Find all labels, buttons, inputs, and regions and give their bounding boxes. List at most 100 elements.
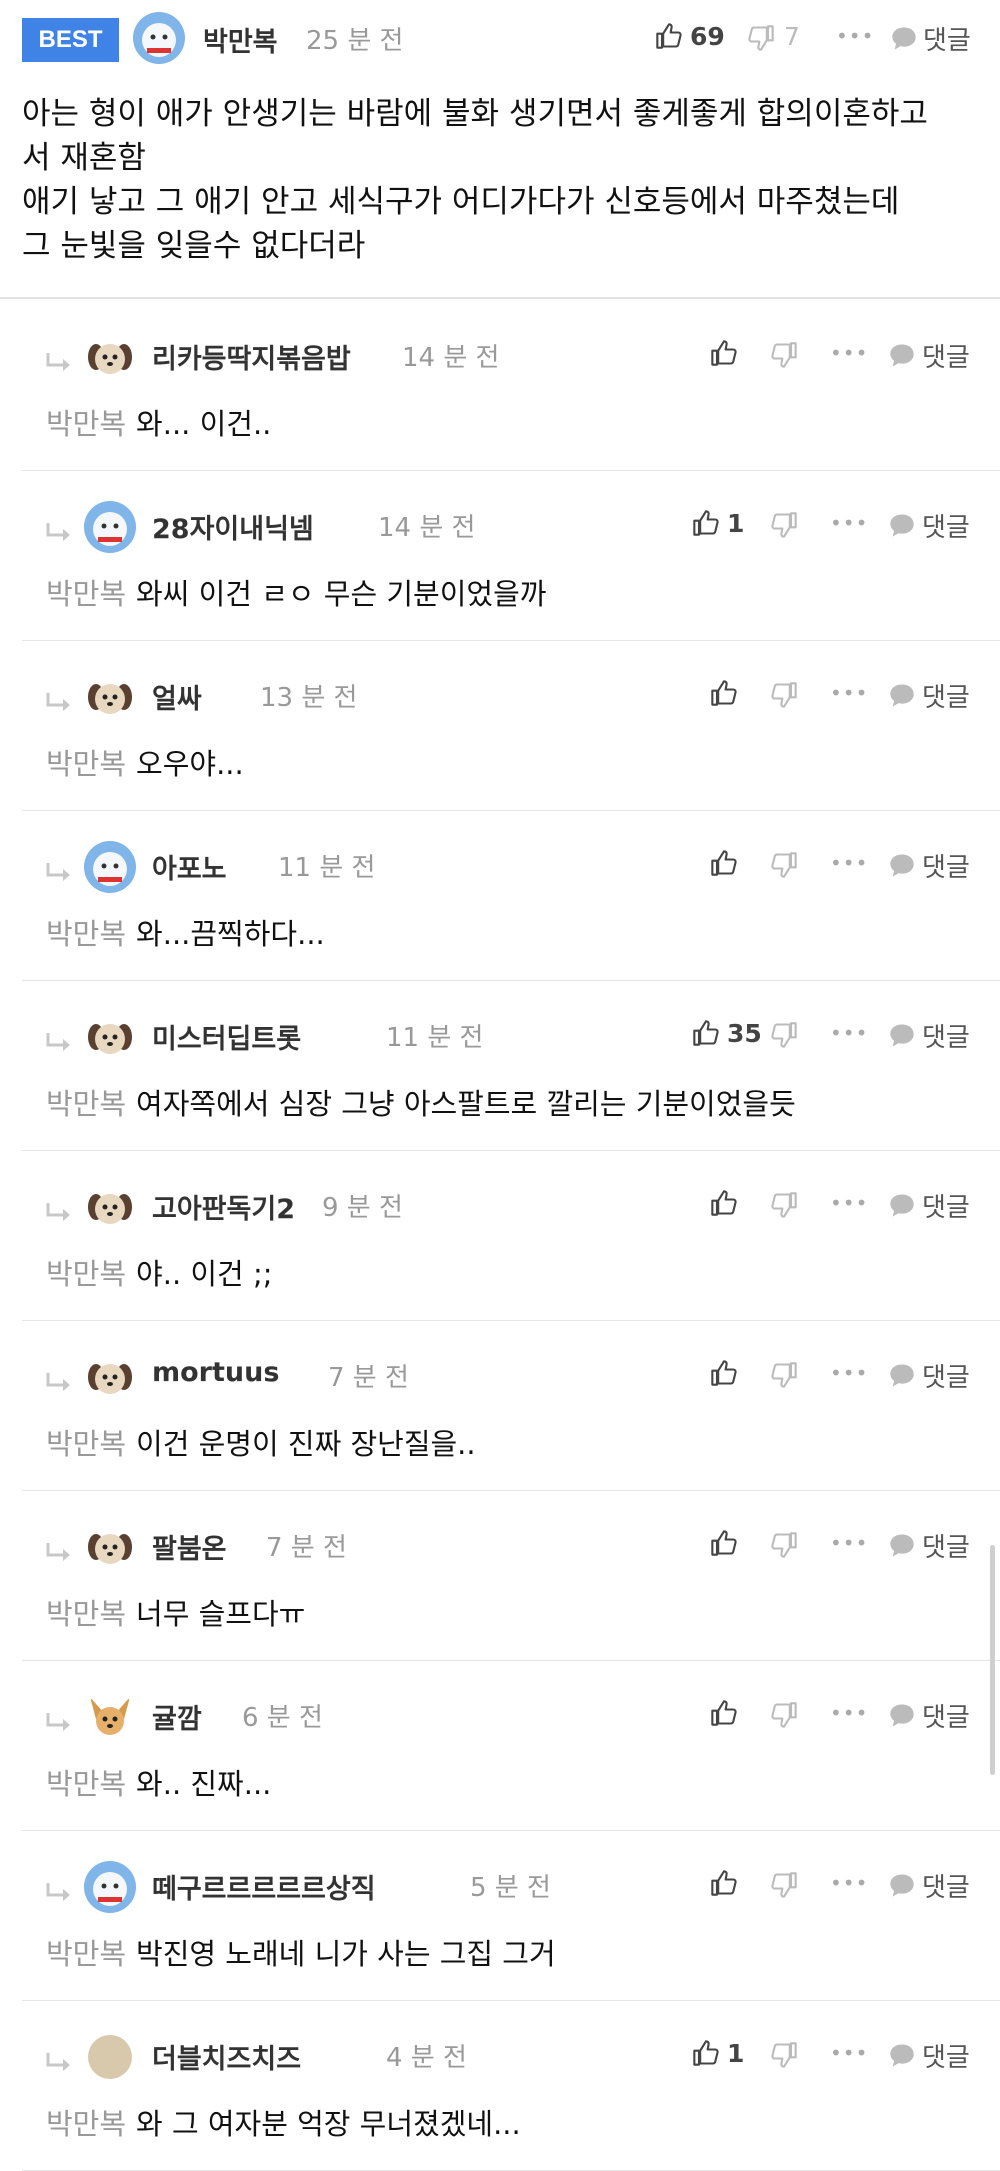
reply-button[interactable]: 댓글 — [922, 2037, 970, 2074]
reply-button[interactable]: 댓글 — [922, 677, 970, 714]
comment-nickname[interactable]: 미스터딥트롯 — [152, 1017, 301, 1056]
thumbs-down-icon[interactable] — [770, 1191, 798, 1223]
thumbs-up-icon[interactable] — [710, 679, 738, 711]
mention-name[interactable]: 박만복 — [46, 1937, 126, 1971]
snowman-avatar-icon[interactable] — [84, 841, 136, 893]
puppy-avatar-icon[interactable] — [84, 1181, 136, 1233]
thumbs-down-icon[interactable] — [770, 1701, 798, 1733]
dislike-count: 7 — [784, 22, 800, 51]
mention-name[interactable]: 박만복 — [46, 1257, 126, 1291]
thumbs-down-icon[interactable] — [770, 1871, 798, 1903]
puppy-avatar-icon[interactable] — [84, 1011, 136, 1063]
reply-button[interactable]: 댓글 — [922, 1867, 970, 1904]
thumbs-down-icon[interactable] — [770, 1021, 798, 1053]
snowman-avatar-icon[interactable] — [84, 501, 136, 553]
thumbs-up-icon[interactable] — [710, 339, 738, 371]
mention-name[interactable]: 박만복 — [46, 1767, 126, 1801]
puppy-avatar-icon[interactable] — [84, 1351, 136, 1403]
more-options-icon[interactable]: ••• — [830, 511, 868, 535]
more-options-icon[interactable]: ••• — [830, 1701, 868, 1725]
comment-nickname[interactable]: 아포노 — [152, 847, 227, 886]
more-options-icon[interactable]: ••• — [830, 851, 868, 875]
comment-nickname[interactable]: 리카등딱지볶음밥 — [152, 337, 351, 376]
puppy-avatar-icon[interactable] — [84, 331, 136, 383]
speech-bubble-icon[interactable] — [888, 512, 916, 542]
reply-button[interactable]: 댓글 — [922, 1017, 970, 1054]
reply-button[interactable]: 댓글 — [923, 20, 971, 57]
thumbs-down-icon[interactable] — [770, 681, 798, 713]
reply-button[interactable]: 댓글 — [922, 847, 970, 884]
speech-bubble-icon[interactable] — [888, 1192, 916, 1222]
thumbs-up-icon[interactable] — [655, 22, 683, 54]
thumbs-down-icon[interactable] — [770, 341, 798, 373]
thumbs-down-icon[interactable] — [770, 1531, 798, 1563]
comment-nickname[interactable]: 얼싸 — [152, 677, 202, 716]
thumbs-up-icon[interactable] — [710, 1529, 738, 1561]
mention-name[interactable]: 박만복 — [46, 577, 126, 611]
comment-nickname[interactable]: mortuus — [152, 1357, 279, 1388]
comment-nickname[interactable]: 귤깜 — [152, 1697, 202, 1736]
reply-button[interactable]: 댓글 — [922, 1527, 970, 1564]
comment-nickname[interactable]: 고아판독기2 — [152, 1187, 295, 1226]
snowman-avatar-icon[interactable] — [84, 1861, 136, 1913]
puppy-avatar-icon[interactable] — [84, 1521, 136, 1573]
thumbs-up-icon[interactable] — [710, 849, 738, 881]
thumbs-up-icon[interactable] — [692, 2039, 720, 2071]
mention-name[interactable]: 박만복 — [46, 1087, 126, 1121]
snowman-avatar-icon[interactable] — [133, 12, 185, 64]
comment-time: 13 분 전 — [260, 683, 358, 713]
speech-bubble-icon[interactable] — [888, 1872, 916, 1902]
speech-bubble-icon[interactable] — [888, 1702, 916, 1732]
more-options-icon[interactable]: ••• — [830, 681, 868, 705]
comment-nickname[interactable]: 떼구르르르르르상직 — [152, 1867, 376, 1906]
beige-circle-avatar-icon[interactable] — [84, 2031, 136, 2083]
mention-name[interactable]: 박만복 — [46, 1427, 126, 1461]
comment-nickname[interactable]: 박만복 — [203, 20, 278, 59]
mention-name[interactable]: 박만복 — [46, 2107, 126, 2141]
more-options-icon[interactable]: ••• — [830, 1531, 868, 1555]
mention-name[interactable]: 박만복 — [46, 1597, 126, 1631]
thumbs-down-icon[interactable] — [770, 511, 798, 543]
speech-bubble-icon[interactable] — [888, 1532, 916, 1562]
reply-text: 여자쪽에서 심장 그냥 아스팔트로 깔리는 기분이었을듯 — [136, 1087, 796, 1121]
chihuahua-avatar-icon[interactable] — [84, 1691, 136, 1743]
reply-button[interactable]: 댓글 — [922, 1357, 970, 1394]
thumbs-up-icon[interactable] — [692, 1019, 720, 1051]
reply-button[interactable]: 댓글 — [922, 507, 970, 544]
thumbs-down-icon[interactable] — [747, 24, 775, 56]
comment-nickname[interactable]: 팔붐온 — [152, 1527, 227, 1566]
reply-button[interactable]: 댓글 — [922, 1187, 970, 1224]
comment-nickname[interactable]: 더블치즈치즈 — [152, 2037, 301, 2076]
more-options-icon[interactable]: ••• — [830, 341, 868, 365]
more-options-icon[interactable]: ••• — [830, 1021, 868, 1045]
reply-button[interactable]: 댓글 — [922, 337, 970, 374]
more-options-icon[interactable]: ••• — [830, 1871, 868, 1895]
reply-button[interactable]: 댓글 — [922, 1697, 970, 1734]
speech-bubble-icon[interactable] — [888, 852, 916, 882]
more-options-icon[interactable]: ••• — [830, 1361, 868, 1385]
reply-body: 박만복 이건 운명이 진짜 장난질을.. — [46, 1421, 476, 1463]
mention-name[interactable]: 박만복 — [46, 917, 126, 951]
thumbs-up-icon[interactable] — [710, 1359, 738, 1391]
thumbs-up-icon[interactable] — [710, 1699, 738, 1731]
more-options-icon[interactable]: ••• — [836, 24, 874, 48]
puppy-avatar-icon[interactable] — [84, 671, 136, 723]
speech-bubble-icon[interactable] — [888, 682, 916, 712]
thumbs-down-icon[interactable] — [770, 851, 798, 883]
speech-bubble-icon[interactable] — [888, 2042, 916, 2072]
thumbs-down-icon[interactable] — [770, 1361, 798, 1393]
speech-bubble-icon[interactable] — [888, 1022, 916, 1052]
more-options-icon[interactable]: ••• — [830, 1191, 868, 1215]
thumbs-up-icon[interactable] — [710, 1869, 738, 1901]
more-options-icon[interactable]: ••• — [830, 2041, 868, 2065]
comment-nickname[interactable]: 28자이내닉넴 — [152, 507, 314, 546]
speech-bubble-icon[interactable] — [888, 342, 916, 372]
mention-name[interactable]: 박만복 — [46, 407, 126, 441]
thumbs-up-icon[interactable] — [710, 1189, 738, 1221]
mention-name[interactable]: 박만복 — [46, 747, 126, 781]
speech-bubble-icon[interactable] — [888, 1362, 916, 1392]
scrollbar[interactable] — [990, 1545, 995, 1775]
thumbs-down-icon[interactable] — [770, 2041, 798, 2073]
speech-bubble-icon[interactable] — [890, 25, 918, 55]
thumbs-up-icon[interactable] — [692, 509, 720, 541]
